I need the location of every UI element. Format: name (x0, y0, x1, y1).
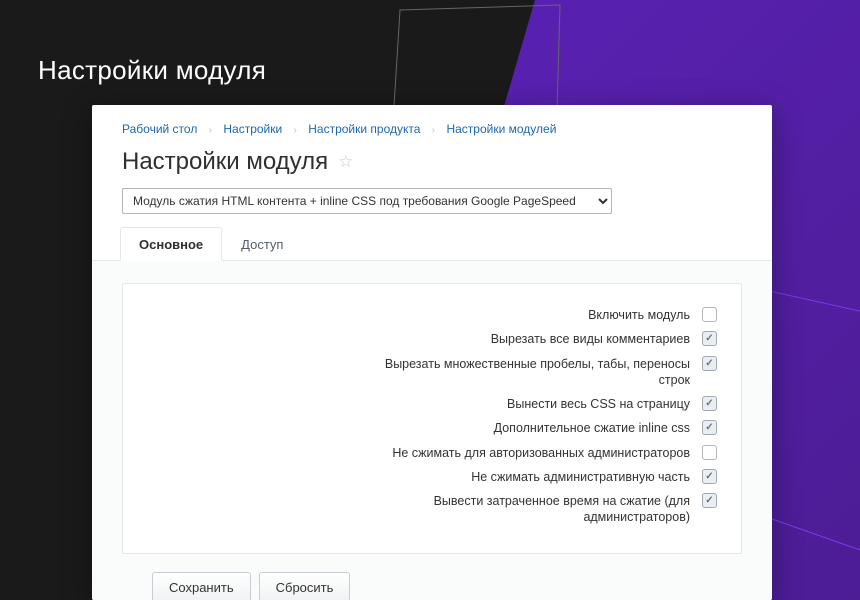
tab-access[interactable]: Доступ (222, 227, 302, 261)
setting-row: Вырезать множественные пробелы, табы, пе… (147, 355, 717, 389)
checkbox-show-time[interactable] (702, 493, 717, 508)
setting-label: Вырезать множественные пробелы, табы, пе… (380, 355, 690, 389)
checkbox-inline-css[interactable] (702, 396, 717, 411)
setting-label: Не сжимать для авторизованных администра… (380, 444, 690, 461)
checkbox-compress-inline-css[interactable] (702, 420, 717, 435)
tab-content: Включить модуль Вырезать все виды коммен… (92, 261, 772, 600)
setting-row: Вырезать все виды комментариев (147, 330, 717, 347)
module-select-row: Модуль сжатия HTML контента + inline CSS… (92, 188, 772, 226)
star-icon[interactable]: ☆ (338, 152, 353, 172)
tab-main[interactable]: Основное (120, 227, 222, 261)
checkbox-enable-module[interactable] (702, 307, 717, 322)
breadcrumb: Рабочий стол › Настройки › Настройки про… (92, 105, 772, 146)
action-row: Сохранить Сбросить (122, 554, 742, 600)
checkbox-skip-admin-auth[interactable] (702, 445, 717, 460)
setting-label: Вынести весь CSS на страницу (380, 395, 690, 412)
tabs: Основное Доступ (92, 226, 772, 261)
breadcrumb-item[interactable]: Настройки продукта (308, 122, 420, 136)
page-title: Настройки модуля (122, 148, 328, 176)
setting-label: Не сжимать административную часть (380, 468, 690, 485)
checkbox-remove-comments[interactable] (702, 331, 717, 346)
module-select[interactable]: Модуль сжатия HTML контента + inline CSS… (122, 188, 612, 214)
page-title-row: Настройки модуля ☆ (92, 146, 772, 188)
reset-button[interactable]: Сбросить (259, 572, 351, 600)
chevron-right-icon: › (294, 125, 297, 136)
setting-row: Включить модуль (147, 306, 717, 323)
setting-row: Вынести весь CSS на страницу (147, 395, 717, 412)
hero-title: Настройки модуля (38, 55, 266, 86)
setting-label: Дополнительное сжатие inline css (380, 419, 690, 436)
breadcrumb-item[interactable]: Настройки модулей (446, 122, 556, 136)
save-button[interactable]: Сохранить (152, 572, 251, 600)
checkbox-remove-whitespace[interactable] (702, 356, 717, 371)
setting-row: Не сжимать для авторизованных администра… (147, 444, 717, 461)
settings-panel: Рабочий стол › Настройки › Настройки про… (92, 105, 772, 600)
setting-label: Вырезать все виды комментариев (380, 330, 690, 347)
setting-label: Включить модуль (380, 306, 690, 323)
checkbox-skip-admin-section[interactable] (702, 469, 717, 484)
setting-row: Вывести затраченное время на сжатие (для… (147, 492, 717, 526)
setting-row: Не сжимать административную часть (147, 468, 717, 485)
breadcrumb-item[interactable]: Рабочий стол (122, 122, 197, 136)
breadcrumb-item[interactable]: Настройки (223, 122, 282, 136)
chevron-right-icon: › (432, 125, 435, 136)
settings-form: Включить модуль Вырезать все виды коммен… (122, 283, 742, 554)
setting-row: Дополнительное сжатие inline css (147, 419, 717, 436)
setting-label: Вывести затраченное время на сжатие (для… (380, 492, 690, 526)
chevron-right-icon: › (209, 125, 212, 136)
